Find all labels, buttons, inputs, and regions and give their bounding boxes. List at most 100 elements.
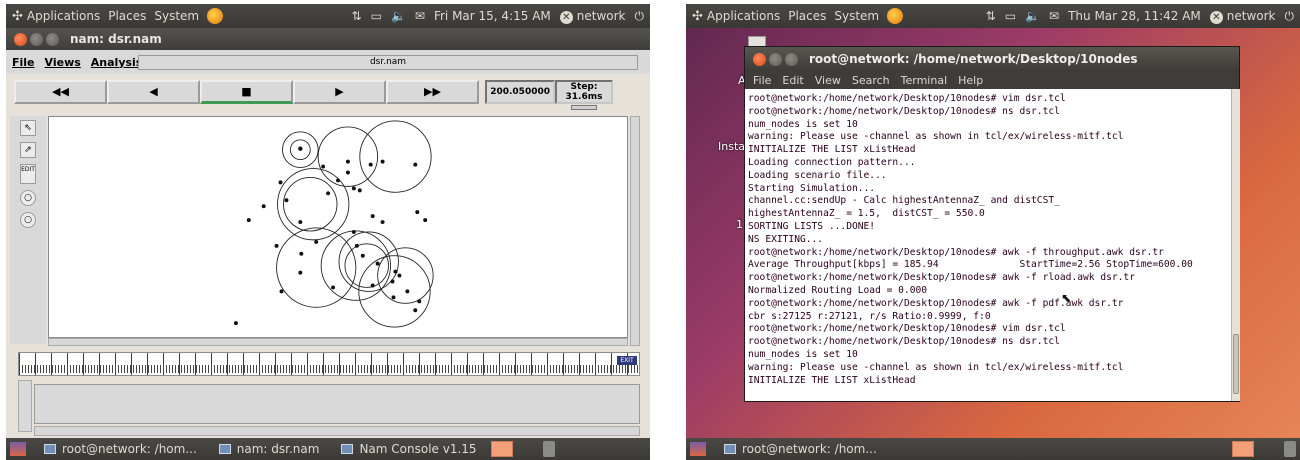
user-name[interactable]: network <box>1227 9 1276 23</box>
help-menu[interactable]: Help <box>958 74 983 87</box>
terminal-line: Normalized Routing Load = 0.000 <box>748 284 928 296</box>
volume-icon[interactable]: 🔈 <box>391 9 406 23</box>
file-menu[interactable]: File <box>753 74 771 87</box>
view-menu[interactable]: View <box>815 74 841 87</box>
tool-strip: ⇖ ⇗ EDIT ○ ○ <box>10 116 46 344</box>
terminal-output[interactable]: root@network:/home/network/Desktop/10nod… <box>745 89 1231 401</box>
taskbar-item-terminal[interactable]: root@network: /hom... <box>716 439 885 459</box>
step-control[interactable]: Step: 31.6ms <box>555 80 613 110</box>
mail-icon[interactable]: ✉ <box>415 9 425 23</box>
power-icon[interactable]: ⏻ <box>635 9 645 24</box>
terminal-line: channel.cc:sendUp - Calc highestAntennaZ… <box>748 195 1060 207</box>
terminal-scrollbar[interactable] <box>1231 89 1240 401</box>
places-menu[interactable]: Places <box>108 9 146 23</box>
taskbar-item-nam-console[interactable]: Nam Console v1.15 <box>333 439 484 459</box>
annotation-horizontal-scrollbar[interactable] <box>34 426 640 436</box>
stop-button[interactable]: ■ <box>200 80 293 104</box>
network-animation-canvas[interactable] <box>48 116 628 338</box>
step-slider[interactable] <box>571 105 597 110</box>
top-panel: ✣ Applications Places System ⇅ ▭ 🔈 ✉ Fri… <box>6 4 650 28</box>
volume-icon[interactable]: 🔈 <box>1025 9 1040 23</box>
step-label: Step: 31.6ms <box>565 82 603 102</box>
clock[interactable]: Thu Mar 28, 11:42 AM <box>1068 9 1201 23</box>
clock[interactable]: Fri Mar 15, 4:15 AM <box>434 9 551 23</box>
canvas-vertical-scrollbar[interactable] <box>630 116 640 346</box>
scrollbar-thumb[interactable] <box>1233 334 1239 394</box>
playback-controls: ◀◀ ◀ ■ ▶ ▶▶ 200.050000 Step: 31.6ms <box>14 80 638 110</box>
terminal-window: root@network: /home/network/Desktop/10no… <box>744 46 1240 402</box>
firefox-icon[interactable] <box>207 8 224 24</box>
edit-button[interactable]: EDIT <box>20 164 36 184</box>
annotation-scrollbar[interactable] <box>18 380 32 432</box>
minimize-icon[interactable] <box>30 32 43 46</box>
zoom-out-icon[interactable]: ⇗ <box>20 142 36 158</box>
trash-icon[interactable] <box>1284 441 1296 457</box>
battery-icon[interactable]: ▭ <box>371 9 382 23</box>
window-icon <box>218 444 231 454</box>
system-menu[interactable]: System <box>834 9 879 23</box>
network-icon[interactable]: ⇅ <box>352 9 362 23</box>
fast-forward-button[interactable]: ▶▶ <box>386 80 479 104</box>
applications-menu[interactable]: Applications <box>707 9 780 23</box>
node-tool-icon[interactable]: ○ <box>20 212 36 228</box>
workspace-switcher[interactable] <box>490 441 513 457</box>
circle-tool-icon[interactable]: ○ <box>20 190 36 206</box>
file-menu[interactable]: File <box>12 56 35 69</box>
terminal-icon <box>724 444 736 454</box>
close-icon[interactable] <box>753 52 766 66</box>
analysis-menu[interactable]: Analysis <box>91 56 143 69</box>
maximize-icon[interactable] <box>46 32 59 46</box>
maximize-icon[interactable] <box>785 52 798 66</box>
terminal-icon <box>44 444 56 454</box>
timeline-slider[interactable]: EXIT <box>18 352 640 376</box>
user-name[interactable]: network <box>577 9 626 23</box>
places-menu[interactable]: Places <box>788 9 826 23</box>
battery-icon[interactable]: ▭ <box>1005 9 1016 23</box>
canvas-horizontal-scrollbar[interactable] <box>48 338 628 346</box>
search-menu[interactable]: Search <box>852 74 890 87</box>
terminal-menu[interactable]: Terminal <box>901 74 948 87</box>
minimize-icon[interactable] <box>769 52 782 66</box>
desktop-label-1[interactable]: 1 <box>736 218 743 231</box>
terminal-line: num_nodes is set 10 <box>748 118 858 130</box>
system-menu[interactable]: System <box>154 9 199 23</box>
show-desktop-icon[interactable] <box>10 442 26 456</box>
taskbar-item-terminal[interactable]: root@network: /hom... <box>36 439 205 459</box>
terminal-line: root@network:/home/network/Desktop/10nod… <box>748 246 1164 258</box>
edit-menu[interactable]: Edit <box>782 74 803 87</box>
terminal-titlebar[interactable]: root@network: /home/network/Desktop/10no… <box>745 47 1239 71</box>
bottom-panel: root@network: /hom... nam: dsr.nam Nam C… <box>6 438 650 460</box>
time-display: 200.050000 <box>485 80 555 104</box>
applications-menu[interactable]: Applications <box>27 9 100 23</box>
zoom-in-icon[interactable]: ⇖ <box>20 120 36 136</box>
task-label: root@network: /hom... <box>742 442 877 456</box>
terminal-line: Average Throughput[kbps] = 185.94 StartT… <box>748 259 1193 271</box>
terminal-line: INITIALIZE THE LIST xListHead <box>748 374 916 386</box>
annotation-panel <box>34 384 640 424</box>
network-icon[interactable]: ⇅ <box>986 9 996 23</box>
play-button[interactable]: ▶ <box>293 80 386 104</box>
taskbar-item-nam[interactable]: nam: dsr.nam <box>211 439 328 459</box>
firefox-icon[interactable] <box>887 8 904 24</box>
terminal-line: warning: Please use -channel as shown in… <box>748 361 1124 373</box>
rewind-button[interactable]: ◀◀ <box>14 80 107 104</box>
timeline-exit-badge[interactable]: EXIT <box>617 356 637 365</box>
power-icon[interactable]: ⏻ <box>1285 9 1295 24</box>
desktop-label-install[interactable]: Insta <box>718 140 745 153</box>
trash-icon[interactable] <box>542 441 555 457</box>
workspace-switcher[interactable] <box>1232 441 1254 457</box>
terminal-line: NS EXITING... <box>748 233 824 245</box>
terminal-line: cbr s:27125 r:27121, r/s Ratio:0.9999, f… <box>748 310 991 322</box>
terminal-line: root@network:/home/network/Desktop/10nod… <box>748 297 1124 309</box>
step-back-button[interactable]: ◀ <box>107 80 200 104</box>
mail-icon[interactable]: ✉ <box>1049 9 1059 23</box>
close-icon[interactable] <box>14 32 27 46</box>
window-title: nam: dsr.nam <box>70 32 162 46</box>
show-desktop-icon[interactable] <box>690 442 706 456</box>
window-icon <box>341 444 354 454</box>
views-menu[interactable]: Views <box>45 56 81 69</box>
terminal-line: Loading scenario file... <box>748 169 887 181</box>
nam-window-titlebar[interactable]: nam: dsr.nam <box>6 28 650 50</box>
gnome-foot-icon: ✣ <box>12 8 23 24</box>
task-label: Nam Console v1.15 <box>359 442 477 456</box>
